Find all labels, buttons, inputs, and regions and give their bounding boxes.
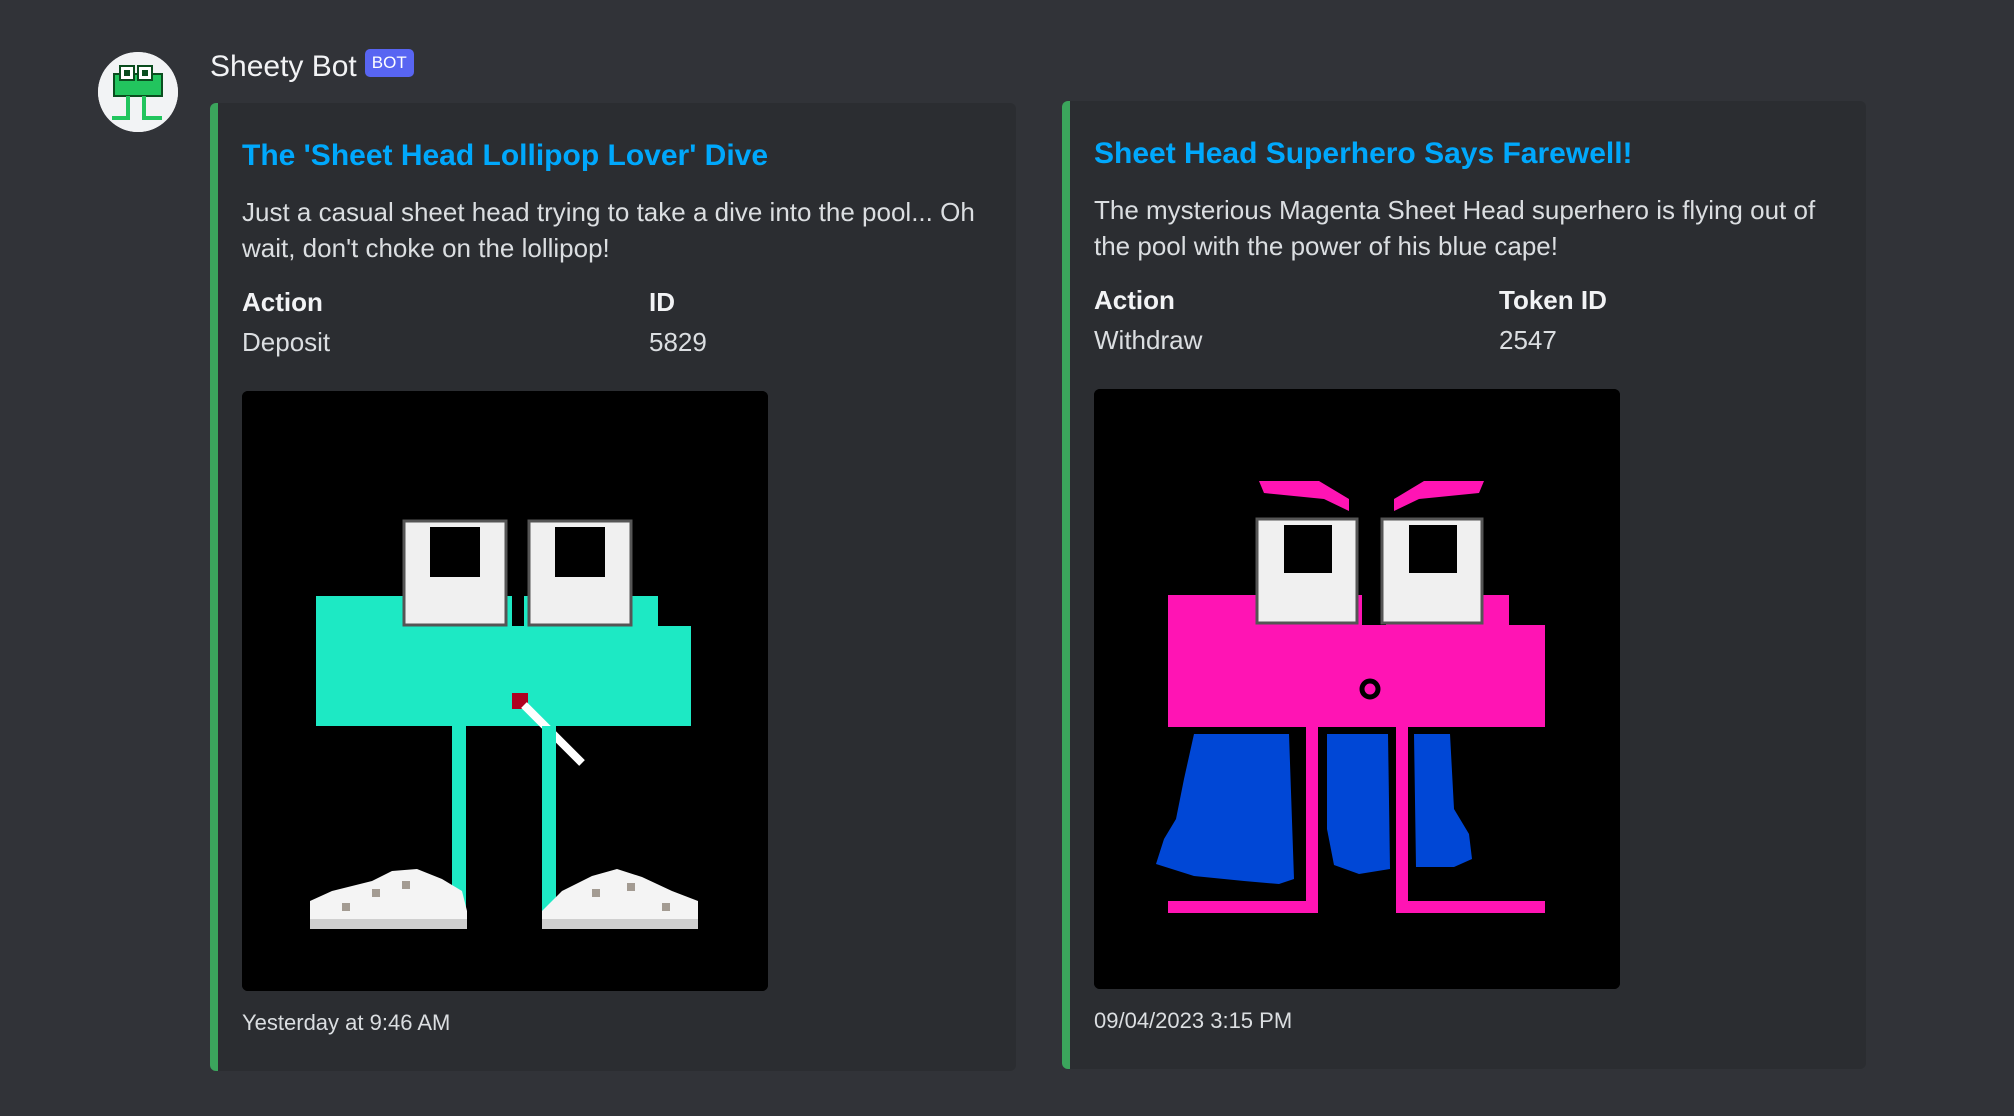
field-action-name: Action <box>242 287 323 317</box>
field-token-id-value: 2547 <box>1499 325 1557 355</box>
embed-timestamp: 09/04/2023 3:15 PM <box>1094 1008 1293 1033</box>
field-id-name: ID <box>649 287 675 317</box>
embed-image-cyan-sheet-head[interactable] <box>242 391 768 991</box>
embed-card-1: The 'Sheet Head Lollipop Lover' Dive Jus… <box>210 103 1016 1071</box>
field-action-value: Withdraw <box>1094 325 1203 355</box>
field-action-value: Deposit <box>242 327 331 357</box>
field-id-value: 5829 <box>649 327 707 357</box>
bot-tag-badge: BOT <box>364 49 414 77</box>
embed-card-2: Sheet Head Superhero Says Farewell! The … <box>1062 101 1866 1069</box>
sheet-head-avatar-icon <box>98 52 178 132</box>
message-header: Sheety Bot BOT <box>210 49 414 84</box>
embed-timestamp: Yesterday at 9:46 AM <box>242 1010 451 1035</box>
embed-image-magenta-sheet-head[interactable] <box>1094 389 1620 989</box>
embed-title[interactable]: Sheet Head Superhero Says Farewell! <box>1094 137 1633 171</box>
embed-title[interactable]: The 'Sheet Head Lollipop Lover' Dive <box>242 139 768 173</box>
embed-description: The mysterious Magenta Sheet Head superh… <box>1094 195 1816 261</box>
field-token-id-name: Token ID <box>1499 285 1607 315</box>
bot-avatar[interactable] <box>98 52 178 132</box>
field-action-name: Action <box>1094 285 1175 315</box>
embed-description: Just a casual sheet head trying to take … <box>242 197 975 263</box>
author-name[interactable]: Sheety Bot <box>210 50 357 84</box>
